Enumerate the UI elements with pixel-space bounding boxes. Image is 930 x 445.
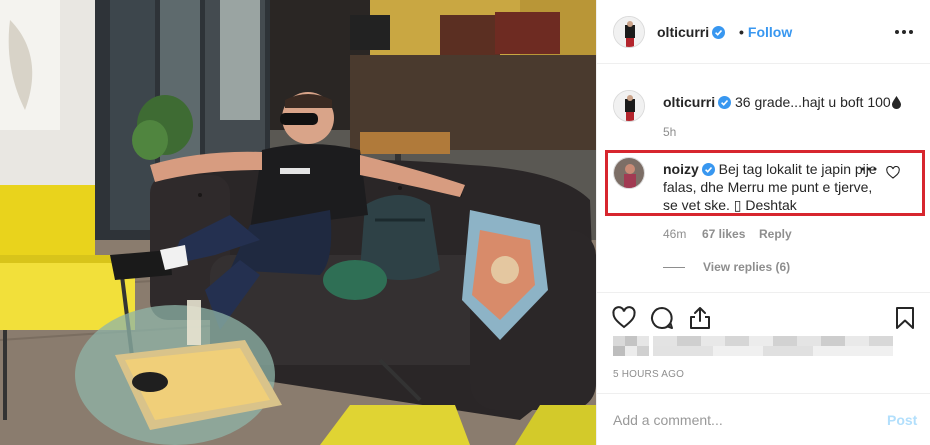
profile-picture xyxy=(614,91,644,121)
post-comment-button[interactable]: Post xyxy=(887,412,917,428)
comment-more-icon[interactable] xyxy=(859,164,879,174)
comment-likes[interactable]: 67 likes xyxy=(702,227,745,241)
comment-bubble-icon[interactable] xyxy=(649,305,675,331)
follow-label[interactable]: Follow xyxy=(748,24,792,40)
instagram-post: olticurri • Follow olticurri 36 grade...… xyxy=(0,0,930,445)
follow-separator: • xyxy=(739,24,744,40)
add-comment-input[interactable] xyxy=(613,409,863,431)
verified-badge-icon xyxy=(712,26,726,39)
heart-icon[interactable] xyxy=(611,305,637,331)
posted-time: 5 HOURS AGO xyxy=(613,369,685,380)
profile-picture xyxy=(614,17,644,47)
caption-text: 36 grade...hajt u boft 100 xyxy=(735,94,891,110)
photo-illustration xyxy=(0,0,596,445)
bookmark-icon[interactable] xyxy=(892,305,918,331)
post-side-panel: olticurri • Follow olticurri 36 grade...… xyxy=(596,0,930,445)
post-header: olticurri • Follow xyxy=(597,0,930,64)
add-comment-bar: Post xyxy=(597,393,930,445)
blurred-likes-row xyxy=(613,336,893,356)
verified-badge-icon xyxy=(718,96,732,109)
header-username[interactable]: olticurri xyxy=(657,24,709,40)
more-horizontal-icon[interactable] xyxy=(891,20,917,44)
comment-username[interactable]: noizy xyxy=(663,161,699,177)
view-replies-link[interactable]: View replies (6) xyxy=(703,260,790,274)
replies-divider xyxy=(663,267,685,268)
comment-time: 46m xyxy=(663,227,687,241)
verified-badge-icon xyxy=(701,163,715,176)
caption-username[interactable]: olticurri xyxy=(663,94,715,110)
reply-button[interactable]: Reply xyxy=(759,227,792,241)
follow-button[interactable]: • Follow xyxy=(739,24,792,40)
post-photo[interactable] xyxy=(0,0,596,445)
header-username-wrap: olticurri xyxy=(657,24,726,40)
comment-avatar[interactable] xyxy=(613,157,645,189)
comment-like-heart-icon[interactable] xyxy=(886,166,900,179)
caption-text-line: olticurri 36 grade...hajt u boft 100 xyxy=(663,94,901,110)
caption-time: 5h xyxy=(663,125,677,139)
share-icon[interactable] xyxy=(687,305,713,331)
comment-text-block: noizy Bej tag lokalit te japin pije fala… xyxy=(663,160,883,214)
caption-avatar[interactable] xyxy=(613,90,645,122)
droplet-icon xyxy=(891,96,901,109)
avatar[interactable] xyxy=(613,16,645,48)
